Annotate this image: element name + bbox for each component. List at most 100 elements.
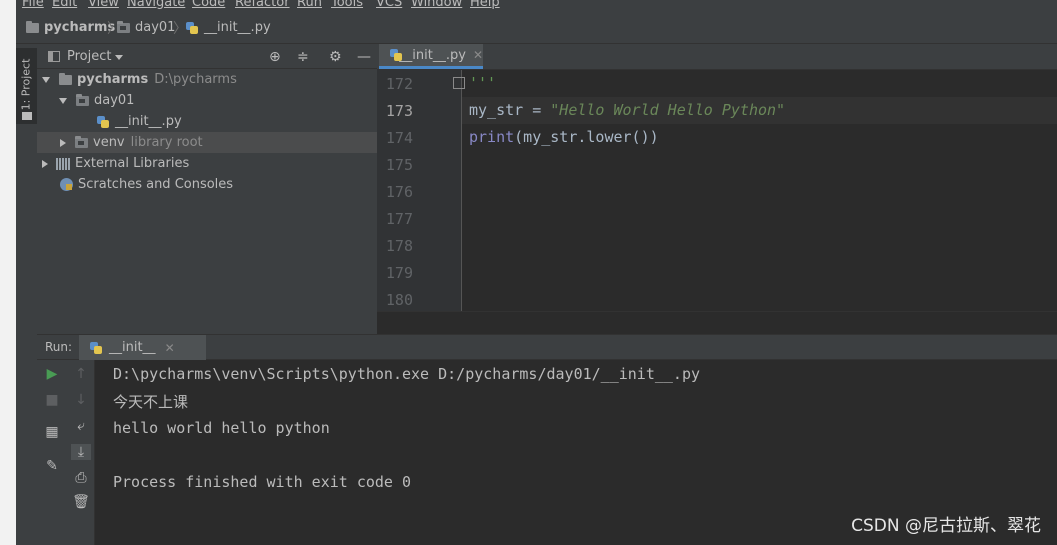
project-folder-icon xyxy=(22,112,32,120)
folder-icon xyxy=(117,20,130,33)
console-line-output: hello world hello python xyxy=(113,419,330,437)
project-panel: Project ⊕ ≑ ⚙ — pycharms D:\pycharms day… xyxy=(37,44,377,334)
menu-window[interactable]: Window xyxy=(411,0,462,10)
project-view-icon xyxy=(48,51,60,62)
tree-item-external-libraries[interactable]: External Libraries xyxy=(37,153,377,174)
layout-icon[interactable]: ▦ xyxy=(42,424,62,440)
project-tool-tab-label: 1: Project xyxy=(19,58,33,111)
console-line-exit: Process finished with exit code 0 xyxy=(113,473,412,491)
breadcrumb-folder-label: day01 xyxy=(135,20,176,35)
tree-item-path: D:\pycharms xyxy=(154,72,237,87)
tree-item-hint: library root xyxy=(130,135,203,150)
python-file-icon xyxy=(185,21,199,35)
stop-icon[interactable]: ■ xyxy=(42,392,62,408)
line-number-gutter: 172 173 174 175 176 177 178 179 180 xyxy=(377,70,462,311)
trash-icon[interactable]: 🗑 xyxy=(71,494,91,510)
menu-code[interactable]: Code xyxy=(192,0,225,10)
folder-icon xyxy=(26,20,39,33)
code-call: (my_str.lower()) xyxy=(514,128,659,146)
close-icon[interactable]: ✕ xyxy=(473,48,483,62)
line-number: 174 xyxy=(385,129,413,147)
menu-help[interactable]: Help xyxy=(470,0,500,10)
breadcrumb-project-label: pycharms xyxy=(44,20,116,35)
tree-item-day01[interactable]: day01 xyxy=(37,90,377,111)
folder-icon xyxy=(75,135,88,148)
code-editor[interactable]: ''' my_str = "Hello World Hello Python" … xyxy=(453,70,1057,311)
close-icon[interactable]: ✕ xyxy=(165,341,175,355)
line-number: 175 xyxy=(385,156,413,174)
editor-tab-bar: __init__.py ✕ xyxy=(377,44,1057,70)
scroll-down-icon[interactable]: ↓ xyxy=(71,392,91,408)
tree-item-label: Scratches and Consoles xyxy=(78,177,234,192)
editor-bottom-area xyxy=(377,311,1057,334)
expand-arrow-icon[interactable] xyxy=(60,138,66,147)
menu-edit[interactable]: Edit xyxy=(52,0,77,10)
left-tool-strip: 1: Project xyxy=(16,44,38,334)
line-number-current: 173 xyxy=(385,102,413,120)
breadcrumb-file[interactable]: __init__.py xyxy=(185,20,271,35)
code-line-assignment: my_str = "Hello World Hello Python" xyxy=(469,101,785,119)
expand-arrow-icon[interactable] xyxy=(42,76,50,83)
menu-vcs[interactable]: VCS xyxy=(376,0,402,10)
breadcrumb-folder[interactable]: day01 xyxy=(117,20,175,35)
window-edge xyxy=(0,0,16,545)
project-panel-header: Project ⊕ ≑ ⚙ — xyxy=(37,44,377,69)
print-icon[interactable]: ⎙ xyxy=(71,470,91,486)
chevron-down-icon[interactable] xyxy=(115,55,123,60)
run-tab-label: __init__ xyxy=(109,340,156,355)
hide-panel-icon[interactable]: — xyxy=(357,49,371,65)
menu-refactor[interactable]: Refactor xyxy=(235,0,290,10)
console-line-output: 今天不上课 xyxy=(113,393,189,411)
tree-item-venv[interactable]: venv library root xyxy=(37,132,377,153)
breadcrumb-file-label: __init__.py xyxy=(204,20,271,35)
folder-icon xyxy=(59,72,72,85)
project-view-selector[interactable]: Project xyxy=(67,49,111,64)
editor-tab-label: __init__.py xyxy=(399,47,466,63)
tree-item-label: External Libraries xyxy=(75,156,190,171)
run-tab-init[interactable]: __init__ ✕ xyxy=(79,335,206,360)
line-number: 172 xyxy=(385,75,413,93)
tree-item-label: day01 xyxy=(94,93,135,108)
code-variable: my_str = xyxy=(469,101,551,119)
collapse-all-icon[interactable]: ≑ xyxy=(297,49,309,65)
line-number: 176 xyxy=(385,183,413,201)
soft-wrap-icon[interactable]: ⤶ xyxy=(71,418,91,434)
menu-navigate[interactable]: Navigate xyxy=(127,0,185,10)
python-file-icon xyxy=(389,48,403,62)
scroll-up-icon[interactable]: ↑ xyxy=(71,366,91,382)
menu-view[interactable]: View xyxy=(88,0,119,10)
menu-file[interactable]: File xyxy=(22,0,44,10)
menu-tools[interactable]: Tools xyxy=(331,0,363,10)
tree-item-label: __init__.py xyxy=(115,114,182,129)
tree-item-scratches[interactable]: Scratches and Consoles xyxy=(37,174,377,195)
line-number: 179 xyxy=(385,264,413,282)
code-string: "Hello World Hello Python" xyxy=(550,101,786,119)
menu-run[interactable]: Run xyxy=(297,0,322,10)
console-line-command: D:\pycharms\venv\Scripts\python.exe D:/p… xyxy=(113,365,700,383)
editor-tab-init-py[interactable]: __init__.py ✕ xyxy=(379,44,483,69)
scroll-to-end-icon[interactable]: ⤓ xyxy=(71,444,91,460)
expand-arrow-icon[interactable] xyxy=(59,97,67,104)
breadcrumb-project[interactable]: pycharms xyxy=(26,20,115,35)
run-toolbar: ▶ ↑ ■ ↓ ▦ ⤶ ⤓ ✎ ⎙ 🗑 xyxy=(37,360,95,545)
left-tool-strip-bottom xyxy=(16,334,38,545)
line-number: 180 xyxy=(385,291,413,309)
rerun-icon[interactable]: ▶ xyxy=(42,366,62,382)
line-number: 178 xyxy=(385,237,413,255)
folder-icon xyxy=(76,93,89,106)
tree-item-label: pycharms xyxy=(77,72,149,87)
fold-marker-icon[interactable] xyxy=(453,77,465,89)
gear-icon[interactable]: ⚙ xyxy=(329,49,342,65)
watermark: CSDN @尼古拉斯、翠花 xyxy=(851,516,1041,536)
pin-icon[interactable]: ✎ xyxy=(42,458,62,474)
tree-item-init-py[interactable]: __init__.py xyxy=(37,111,377,132)
locate-icon[interactable]: ⊕ xyxy=(269,49,281,65)
tree-item-pycharms[interactable]: pycharms D:\pycharms xyxy=(37,69,377,90)
python-file-icon xyxy=(96,115,110,129)
tree-item-label: venv xyxy=(93,135,125,150)
expand-arrow-icon[interactable] xyxy=(42,159,48,168)
run-console[interactable]: D:\pycharms\venv\Scripts\python.exe D:/p… xyxy=(95,360,1057,545)
line-number: 177 xyxy=(385,210,413,228)
project-tool-tab[interactable]: 1: Project xyxy=(16,48,37,124)
scratches-icon xyxy=(60,178,73,191)
